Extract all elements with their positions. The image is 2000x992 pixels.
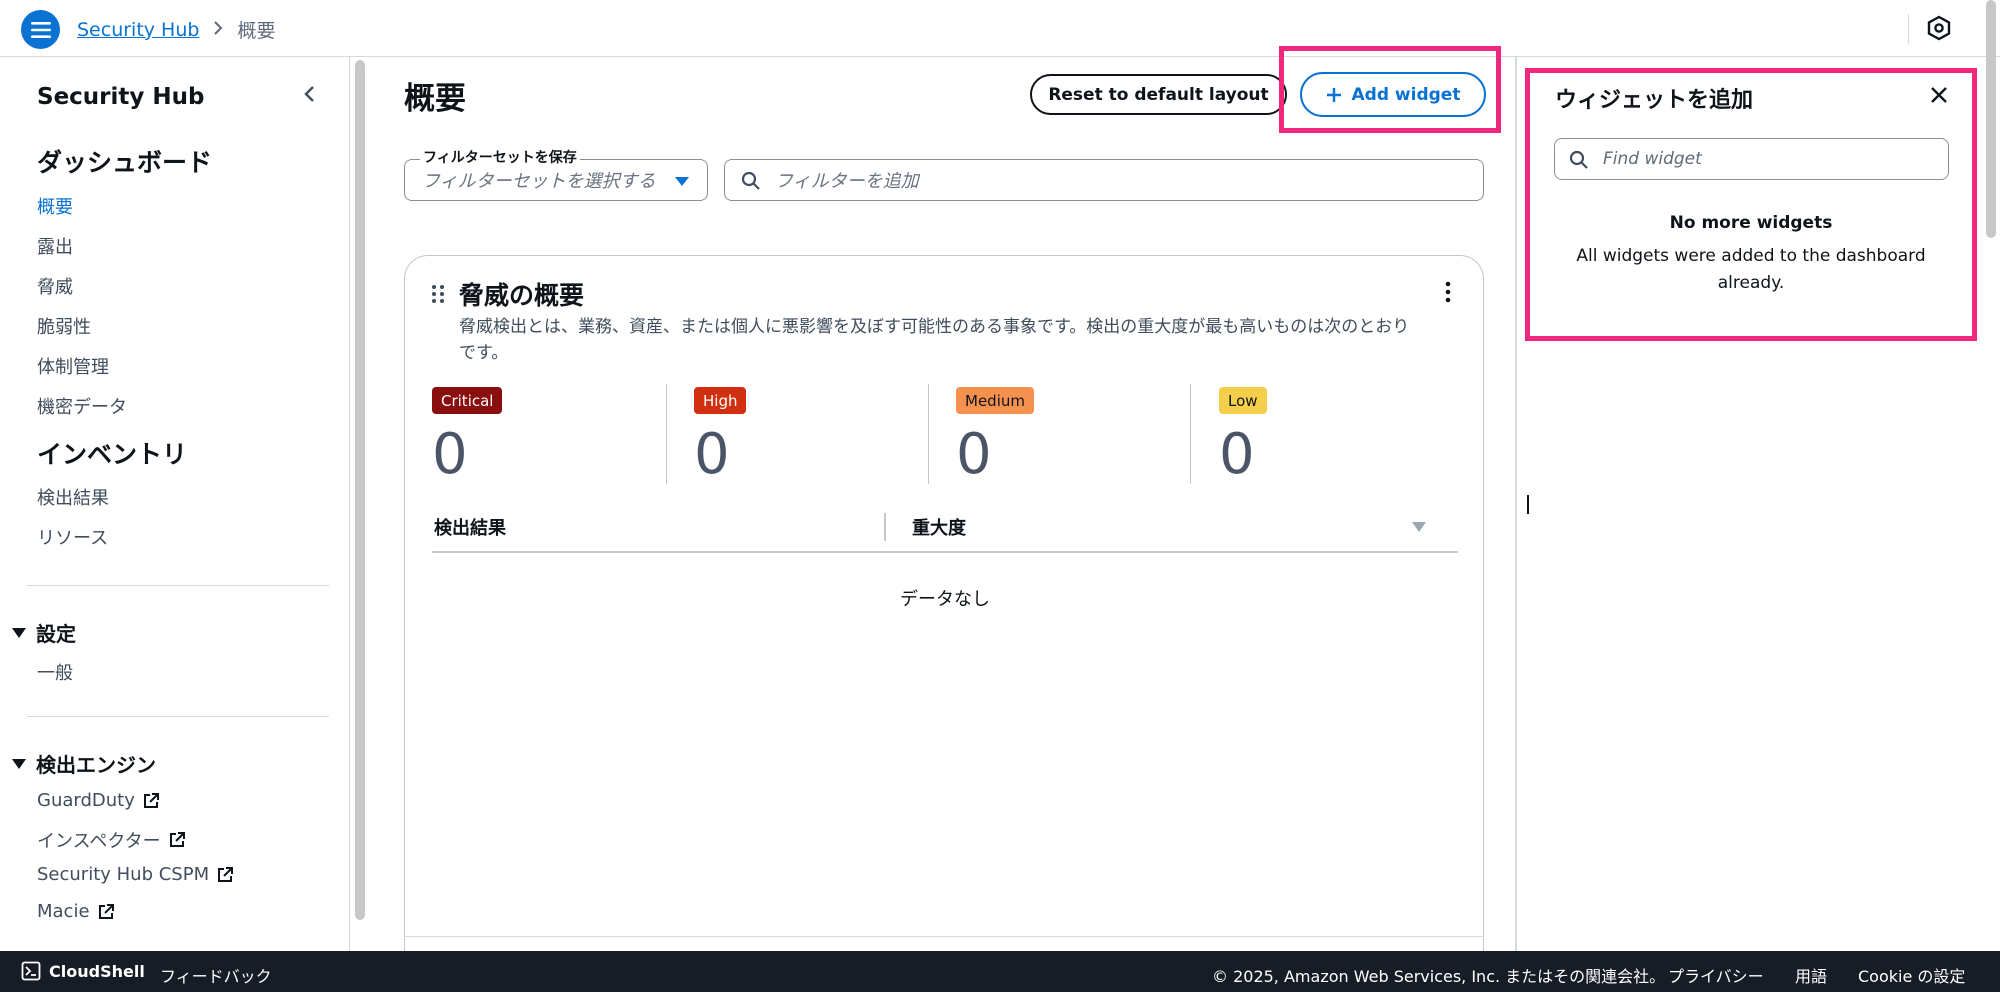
sidebar-item-label: インスペクター: [37, 831, 161, 852]
feedback-link[interactable]: フィードバック: [160, 963, 272, 987]
external-link-icon: [143, 792, 159, 808]
severity-badge-critical: Critical: [432, 387, 503, 414]
sidebar-section-label: 検出エンジン: [36, 753, 156, 777]
empty-state-text: データなし: [900, 589, 990, 610]
cookie-settings-link[interactable]: Cookie の設定: [1858, 963, 1965, 987]
widget-description: 脅威検出とは、業務、資産、または個人に悪影響を及ぼす可能性のある事象です。検出の…: [459, 317, 1410, 363]
cloudshell-icon: [21, 961, 41, 981]
severity-low: Low 0: [1192, 382, 1454, 487]
filterset-placeholder: フィルターセットを選択する: [422, 171, 656, 192]
cloudshell-button[interactable]: CloudShell: [21, 961, 145, 981]
sidebar-section-detection-engines[interactable]: 検出エンジン: [12, 749, 156, 778]
menu-icon[interactable]: [21, 10, 60, 49]
sidebar-divider: [27, 585, 329, 586]
column-header-findings[interactable]: 検出結果: [434, 514, 506, 540]
severity-badge-high: High: [694, 387, 747, 414]
reset-layout-button[interactable]: Reset to default layout: [1030, 74, 1287, 115]
add-widget-label: Add widget: [1351, 84, 1461, 105]
sort-descending-icon[interactable]: [1412, 522, 1426, 532]
privacy-link[interactable]: プライバシー: [1668, 963, 1764, 987]
sidebar-item-sensitive-data[interactable]: 機密データ: [37, 393, 127, 419]
sidebar-section-settings[interactable]: 設定: [12, 618, 76, 647]
copyright-text: © 2025, Amazon Web Services, Inc. またはその関…: [1212, 967, 1666, 986]
filter-placeholder: フィルターを追加: [775, 171, 919, 192]
sidebar-item-vulnerabilities[interactable]: 脆弱性: [37, 313, 91, 339]
console-footer: CloudShell フィードバック © 2025, Amazon Web Se…: [0, 951, 2000, 992]
caret-down-icon: [12, 758, 26, 769]
settings-hexagon-icon[interactable]: [1925, 14, 1953, 46]
sidebar-heading-inventory: インベントリ: [37, 440, 188, 469]
sidebar-scrollbar[interactable]: [355, 60, 365, 920]
sidebar-item-general[interactable]: 一般: [37, 659, 73, 685]
sidebar-item-label: Macie: [37, 901, 90, 922]
sidebar-item-resources[interactable]: リソース: [37, 524, 108, 550]
add-widget-button[interactable]: Add widget: [1300, 72, 1486, 117]
column-divider: [1190, 384, 1191, 484]
sidebar-title: Security Hub: [37, 84, 205, 110]
threat-summary-widget: 脅威の概要 脅威検出とは、業務、資産、または個人に悪影響を及ぼす可能性のある事象…: [404, 255, 1484, 975]
breadcrumb: Security Hub 概要: [77, 16, 275, 43]
caret-down-icon: [12, 627, 26, 638]
sidebar-heading-dashboard: ダッシュボード: [37, 148, 213, 177]
search-icon: [741, 171, 761, 196]
sidebar-item-label: Security Hub CSPM: [37, 864, 210, 885]
side-navigation: Security Hub ダッシュボード 概要 露出 脅威 脆弱性 体制管理 機…: [0, 57, 350, 951]
severity-critical: Critical 0: [405, 382, 667, 487]
sidebar-item-guardduty[interactable]: GuardDuty: [37, 790, 160, 811]
sidebar-item-overview[interactable]: 概要: [37, 193, 73, 219]
filterset-label: フィルターセットを保存: [420, 147, 580, 167]
severity-count-high: 0: [694, 422, 730, 487]
more-options-icon[interactable]: [1445, 281, 1451, 307]
close-icon[interactable]: [1929, 85, 1949, 109]
breadcrumb-current: 概要: [237, 20, 276, 42]
panel-title: ウィジェットを追加: [1555, 88, 1754, 113]
filter-input[interactable]: フィルターを追加: [724, 159, 1484, 201]
find-widget-placeholder: Find widget: [1603, 149, 1702, 169]
top-navigation-bar: Security Hub 概要: [0, 0, 2000, 57]
breadcrumb-security-hub-link[interactable]: Security Hub: [77, 19, 199, 41]
panel-empty-description: All widgets were added to the dashboard …: [1576, 246, 1926, 293]
widget-footer-divider: [405, 936, 1483, 937]
sidebar-item-findings[interactable]: 検出結果: [37, 484, 109, 510]
find-widget-input[interactable]: Find widget: [1554, 138, 1949, 180]
severity-count-critical: 0: [432, 422, 468, 487]
column-header-severity[interactable]: 重大度: [912, 514, 966, 540]
sidebar-item-posture-management[interactable]: 体制管理: [37, 353, 109, 379]
search-icon: [1569, 150, 1589, 175]
sidebar-item-label: GuardDuty: [37, 790, 135, 811]
widget-title: 脅威の概要: [459, 281, 585, 310]
external-link-icon: [169, 832, 185, 847]
column-resizer[interactable]: [884, 513, 886, 541]
external-link-icon: [98, 903, 114, 919]
topbar-divider: [1908, 14, 1909, 44]
severity-badge-low: Low: [1219, 387, 1267, 414]
severity-badge-medium: Medium: [956, 387, 1034, 414]
sidebar-divider: [27, 716, 329, 717]
severity-high: High 0: [667, 382, 929, 487]
table-header-divider: [432, 551, 1458, 553]
text-cursor: [1527, 495, 1529, 514]
sidebar-item-threats[interactable]: 脅威: [37, 273, 73, 299]
sidebar-item-inspector[interactable]: インスペクター: [37, 827, 186, 853]
drag-handle-icon[interactable]: [431, 284, 445, 308]
plus-icon: [1326, 87, 1341, 102]
chevron-left-icon[interactable]: [300, 84, 320, 108]
page-title: 概要: [404, 81, 466, 117]
terms-link[interactable]: 用語: [1795, 963, 1827, 987]
cloudshell-label: CloudShell: [49, 961, 145, 981]
external-link-icon: [218, 866, 234, 882]
severity-count-medium: 0: [956, 422, 992, 487]
severity-count-low: 0: [1219, 422, 1255, 487]
sidebar-item-exposure[interactable]: 露出: [37, 233, 73, 259]
severity-medium: Medium 0: [929, 382, 1191, 487]
chevron-right-icon: [213, 19, 223, 41]
sidebar-section-label: 設定: [36, 622, 76, 646]
page-scrollbar[interactable]: [1986, 0, 1996, 238]
sidebar-item-macie[interactable]: Macie: [37, 901, 115, 922]
caret-down-icon: [675, 177, 689, 186]
panel-empty-title: No more widgets: [1669, 213, 1833, 233]
sidebar-item-security-hub-cspm[interactable]: Security Hub CSPM: [37, 864, 234, 885]
